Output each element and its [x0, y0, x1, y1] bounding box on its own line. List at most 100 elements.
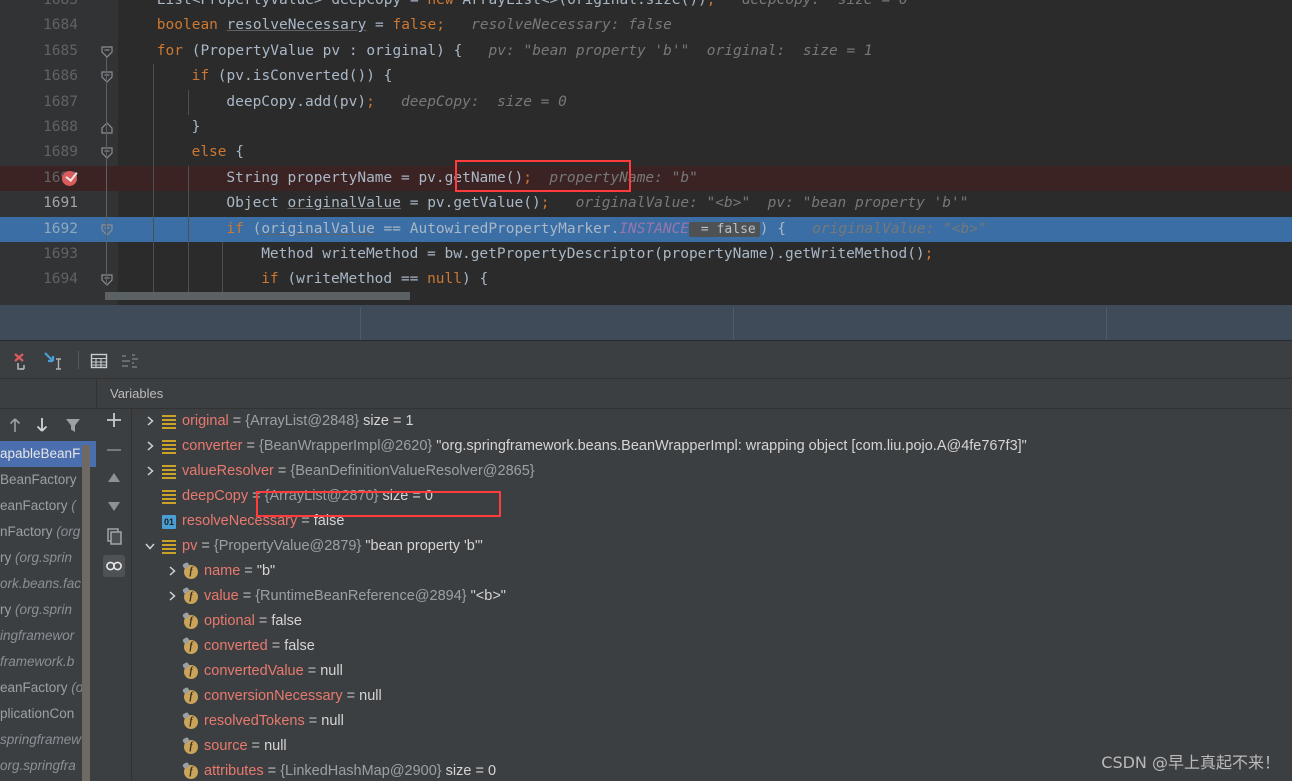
idea-debugger-screen: 1683 List<PropertyValue> deepCopy = new A…	[0, 0, 1292, 781]
indent-guide	[152, 242, 154, 268]
variable-row[interactable]: f value = {RuntimeBeanReference@2894} "<b…	[132, 584, 1292, 609]
variable-row[interactable]: deepCopy = {ArrayList@2870} size = 0	[132, 484, 1292, 509]
variable-row[interactable]: f name = "b"	[132, 559, 1292, 584]
frames-toolbar[interactable]	[0, 409, 96, 441]
editor-line[interactable]: 1686 if (pv.isConverted()) {	[0, 64, 1292, 89]
variable-value: size = 0	[441, 763, 497, 779]
fold-collapse-icon[interactable]	[101, 71, 113, 84]
fold-collapse-icon[interactable]	[101, 46, 113, 58]
remove-watch-icon[interactable]	[103, 439, 125, 461]
chevron-right-icon[interactable]	[166, 559, 178, 584]
code-token: deepCopy: size = 0	[715, 0, 908, 8]
variable-row[interactable]: original = {ArrayList@2848} size = 1	[132, 409, 1292, 434]
variable-text: conversionNecessary = null	[204, 684, 382, 709]
code-token: Object	[226, 195, 288, 212]
variable-equals: =	[197, 538, 214, 554]
line-number: 1692	[43, 220, 78, 237]
editor-line[interactable]: 1688}	[0, 115, 1292, 140]
settings-table-icon[interactable]	[88, 350, 110, 372]
code-token: propertyName: "b"	[531, 169, 698, 186]
debugger-tabstrip[interactable]	[0, 305, 1292, 341]
variable-row[interactable]: f conversionNecessary = null	[132, 684, 1292, 709]
fold-collapse-icon[interactable]	[101, 274, 113, 287]
code-token: originalValue	[287, 195, 402, 212]
variable-text: converted = false	[204, 634, 315, 659]
indent-guide	[152, 64, 154, 90]
variable-text: name = "b"	[204, 559, 275, 584]
variable-equals: =	[240, 563, 257, 579]
variable-equals: =	[263, 763, 281, 779]
inspect-icon[interactable]	[103, 555, 125, 577]
variable-row[interactable]: pv = {PropertyValue@2879} "bean property…	[132, 534, 1292, 559]
editor-line[interactable]: 1687 deepCopy.add(pv); deepCopy: size = 0	[0, 90, 1292, 115]
code-token: (writeMethod ==	[278, 271, 428, 288]
fold-collapse-icon[interactable]	[101, 147, 113, 160]
frame-down-icon[interactable]	[31, 414, 53, 436]
frames-scrollbar[interactable]	[82, 445, 90, 781]
editor-line[interactable]: 1684 boolean resolveNecessary = false; re…	[0, 13, 1292, 38]
breakpoint-icon[interactable]	[62, 170, 77, 186]
variable-equals: =	[342, 688, 360, 704]
debugger-toolbar[interactable]	[0, 341, 1292, 379]
mute-breakpoints-icon[interactable]	[12, 350, 34, 372]
editor-line[interactable]: 1691 Object originalValue = pv.getValue()…	[0, 191, 1292, 216]
variable-text: attributes = {LinkedHashMap@2900} size =…	[204, 759, 496, 781]
variable-row[interactable]: 01 resolveNecessary = false	[132, 509, 1292, 534]
code-editor[interactable]: 1683 List<PropertyValue> deepCopy = new A…	[0, 0, 1292, 305]
line-number: 1694	[43, 271, 78, 288]
editor-horizontal-scrollbar[interactable]	[105, 292, 410, 300]
variable-value: null	[320, 663, 343, 679]
object-value-icon	[162, 440, 176, 454]
variables-side-toolbar[interactable]	[96, 409, 132, 781]
code-token: {	[226, 144, 244, 161]
variable-row[interactable]: f optional = false	[132, 609, 1292, 634]
chevron-right-icon[interactable]	[144, 459, 156, 484]
frame-filter-icon[interactable]	[62, 414, 84, 436]
code-token: originalValue	[261, 220, 375, 237]
variable-equals: =	[303, 663, 321, 679]
variable-name: converter	[182, 438, 243, 454]
frame-method: apableBeanF	[0, 446, 81, 461]
variable-row[interactable]: converter = {BeanWrapperImpl@2620} "org.…	[132, 434, 1292, 459]
variable-row[interactable]: valueResolver = {BeanDefinitionValueReso…	[132, 459, 1292, 484]
move-up-icon[interactable]	[103, 467, 125, 489]
add-to-watches-icon[interactable]	[103, 409, 125, 431]
sort-values-icon[interactable]	[119, 350, 141, 372]
variable-equals: =	[254, 613, 272, 629]
variable-equals: =	[238, 588, 256, 604]
chevron-right-icon[interactable]	[166, 584, 178, 609]
variable-row[interactable]: f convertedValue = null	[132, 659, 1292, 684]
editor-line[interactable]: 1689 else {	[0, 140, 1292, 165]
copy-value-icon[interactable]	[103, 525, 125, 547]
editor-line[interactable]: 1690 String propertyName = pv.getName(); …	[0, 165, 1292, 192]
line-code: Object originalValue = pv.getValue(); or…	[118, 191, 1292, 216]
line-number: 1691	[43, 195, 78, 212]
fold-end-icon[interactable]	[101, 122, 113, 134]
editor-line[interactable]: 1693 Method writeMethod = bw.getPropertyD…	[0, 242, 1292, 267]
restore-layout-icon[interactable]	[42, 350, 64, 372]
chevron-right-icon[interactable]	[144, 409, 156, 434]
code-token: if	[226, 220, 244, 237]
code-token: String propertyName = pv.getName()	[226, 169, 524, 186]
editor-line[interactable]: 1685 for (PropertyValue pv : original) { …	[0, 39, 1292, 64]
code-token: resolveNecessary: false	[444, 17, 672, 34]
variable-name: value	[204, 588, 239, 604]
variable-row[interactable]: f resolvedTokens = null	[132, 709, 1292, 734]
frames-panel[interactable]: apableBeanF BeanFactory eanFactory (nFacto…	[0, 409, 96, 781]
variable-text: value = {RuntimeBeanReference@2894} "<b>…	[204, 584, 506, 609]
line-number: 1686	[43, 68, 78, 85]
code-token: ;	[366, 93, 375, 110]
fold-collapse-icon[interactable]	[101, 223, 113, 236]
chevron-down-icon[interactable]	[144, 534, 156, 559]
editor-line[interactable]: 1694 if (writeMethod == null) {	[0, 267, 1292, 292]
line-code: if (originalValue == AutowiredPropertyMa…	[118, 217, 1292, 242]
move-down-icon[interactable]	[103, 495, 125, 517]
variables-tree[interactable]: original = {ArrayList@2848} size = 1 conv…	[132, 409, 1292, 781]
chevron-right-icon[interactable]	[144, 434, 156, 459]
variable-row[interactable]: f converted = false	[132, 634, 1292, 659]
frame-up-icon[interactable]	[4, 414, 26, 436]
editor-line[interactable]: 1683 List<PropertyValue> deepCopy = new A…	[0, 0, 1292, 13]
variable-text: resolveNecessary = false	[182, 509, 344, 534]
variables-tab-title[interactable]: Variables	[110, 379, 163, 409]
editor-line[interactable]: 1692 if (originalValue == AutowiredProper…	[0, 216, 1292, 242]
